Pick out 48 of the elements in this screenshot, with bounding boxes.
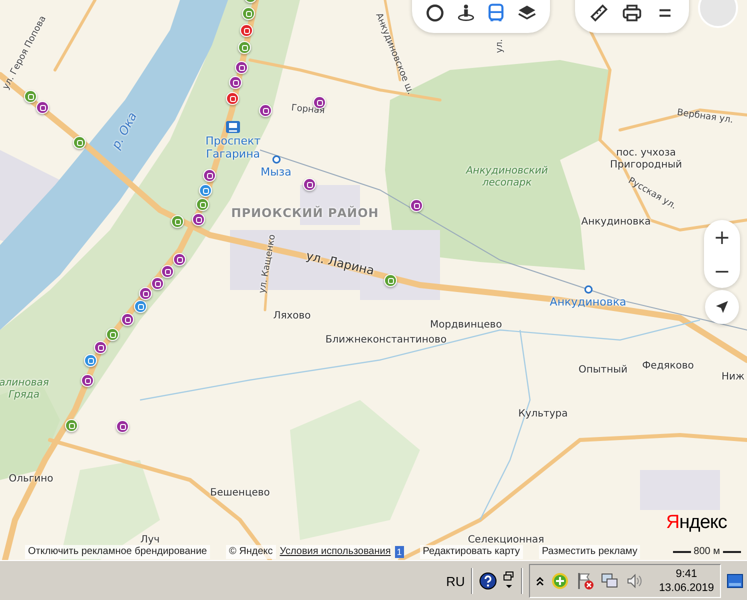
station-dot-icon bbox=[584, 285, 593, 294]
advertise-link[interactable]: Разместить рекламу bbox=[538, 545, 640, 559]
park-label: Анкудиновский лесопарк bbox=[464, 166, 549, 188]
river-label: р. Ока bbox=[110, 110, 140, 152]
street-label: ул. Кащенко bbox=[258, 234, 278, 294]
place-label: Опытный bbox=[578, 364, 628, 376]
place-label: Анкудиновка bbox=[581, 216, 651, 228]
place-label: Луч bbox=[140, 534, 160, 546]
place-label: Культура bbox=[518, 408, 568, 420]
place-label: Ближнеконстантиново bbox=[325, 334, 447, 346]
copyright-text: © Яндекс bbox=[226, 545, 276, 559]
place-label: пос. учхоза Пригородный bbox=[608, 148, 684, 170]
place-label: Ниж bbox=[721, 371, 745, 383]
help-icon[interactable] bbox=[478, 572, 497, 590]
street-label: ул. Ларина bbox=[304, 249, 376, 279]
place-label: Ольгино bbox=[8, 473, 54, 485]
station-dot-icon bbox=[272, 155, 281, 164]
plus-circle-icon[interactable] bbox=[550, 572, 569, 590]
place-label: Селекционная bbox=[468, 534, 544, 546]
street-label: Вербная ул. bbox=[676, 108, 734, 126]
zoom-in-button[interactable]: + bbox=[704, 220, 740, 254]
speaker-icon[interactable] bbox=[626, 572, 644, 590]
logo: Яндекс bbox=[666, 512, 727, 534]
place-label: Бешенцево bbox=[210, 487, 270, 499]
zoom-out-button[interactable]: − bbox=[704, 254, 740, 288]
district-label: ПРИОКСКИЙ РАЙОН bbox=[231, 207, 379, 221]
language-indicator[interactable]: RU bbox=[446, 574, 465, 588]
network-icon[interactable] bbox=[600, 572, 619, 590]
chevron-up-icon[interactable] bbox=[536, 576, 544, 586]
park-label: алиновая Гряда bbox=[0, 378, 49, 400]
show-desktop-icon[interactable] bbox=[727, 574, 743, 588]
clock-time[interactable]: 9:41 bbox=[676, 567, 698, 581]
station-label: Мыза bbox=[260, 166, 292, 180]
place-label: Федяково bbox=[642, 360, 694, 372]
edit-map-link[interactable]: Редактировать карту bbox=[420, 545, 523, 559]
station-label: Анкудиновка bbox=[550, 296, 626, 310]
clock-date[interactable]: 13.06.2019 bbox=[658, 581, 714, 595]
terms-link[interactable]: Условия использования bbox=[280, 545, 391, 559]
street-label: ул. bbox=[494, 39, 506, 53]
flag-error-icon[interactable] bbox=[576, 572, 594, 590]
train-icon bbox=[226, 121, 240, 133]
scale-label: 800 м bbox=[694, 545, 720, 559]
place-label: Мордвинцево bbox=[430, 319, 502, 331]
station-label: Проспект Гагарина bbox=[204, 135, 262, 161]
branding-link[interactable]: Отключить рекламное брендирование bbox=[25, 545, 210, 559]
window-switch-icon[interactable] bbox=[502, 571, 515, 591]
place-label: Ляхово bbox=[273, 310, 311, 322]
street-label: Горная bbox=[290, 103, 326, 117]
